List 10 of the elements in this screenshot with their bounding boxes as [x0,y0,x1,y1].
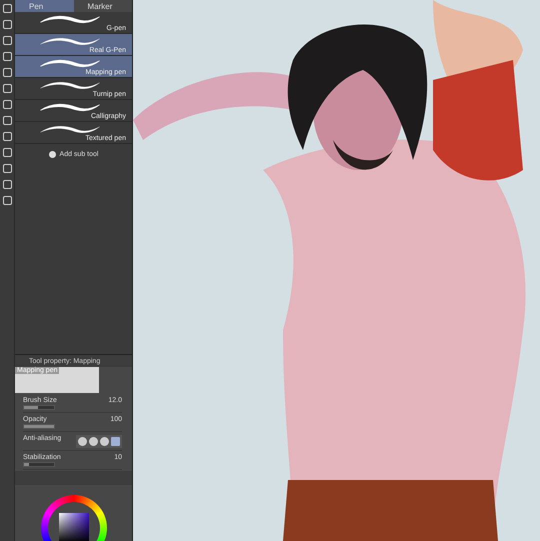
slider-track[interactable] [23,462,55,467]
antialias-option[interactable] [100,437,109,446]
antialias-option[interactable] [78,437,87,446]
tab[interactable]: Marker [74,0,132,12]
tab[interactable]: Pen [15,0,74,12]
slider-fill[interactable] [24,406,38,409]
slider-track[interactable] [23,405,55,410]
color-square[interactable] [58,513,88,541]
slider-fill[interactable] [24,463,28,466]
antialias-option[interactable] [89,437,98,446]
